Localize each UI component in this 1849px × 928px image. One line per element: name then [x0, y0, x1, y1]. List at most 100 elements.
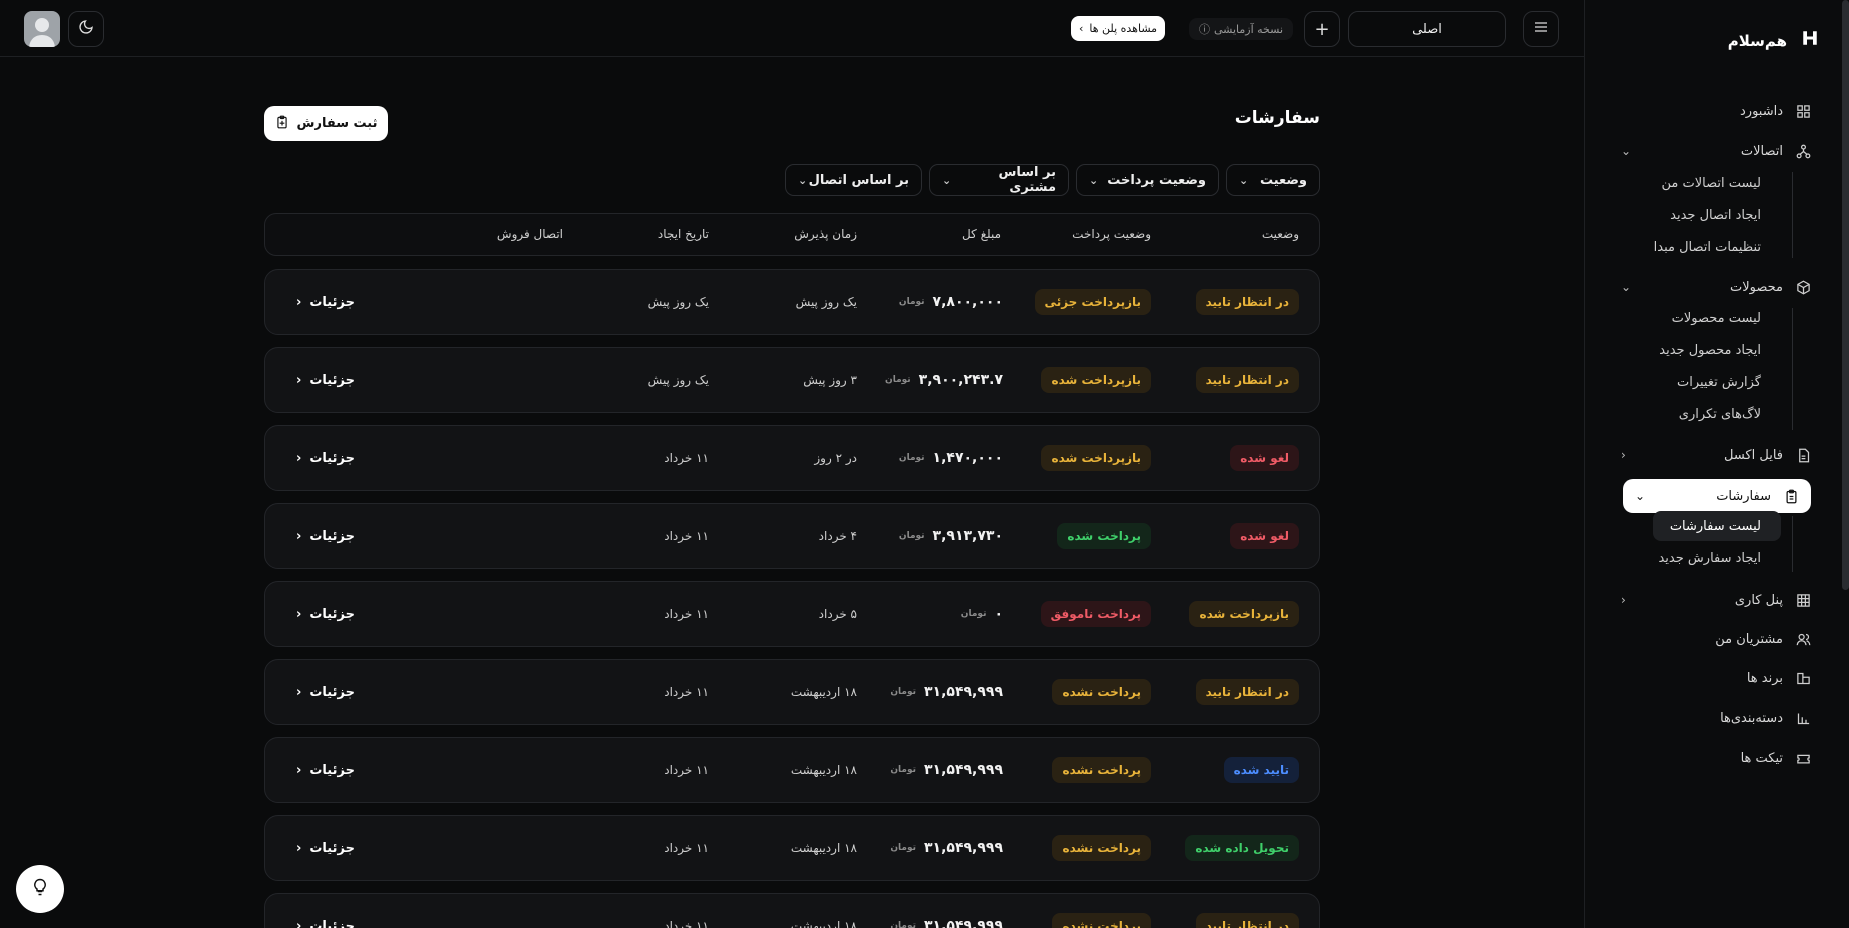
details-button[interactable]: جزئیات ‹: [296, 582, 355, 646]
sidebar-sub-changes-report[interactable]: گزارش تغییرات: [1677, 367, 1761, 397]
details-button[interactable]: جزئیات ‹: [296, 270, 355, 334]
sidebar-item-excel[interactable]: فایل اکسل ‹: [1621, 438, 1811, 472]
accepted-time: ۱۸ اردیبهشت: [790, 919, 857, 928]
details-button[interactable]: جزئیات ‹: [296, 660, 355, 724]
create-order-button[interactable]: ثبت سفارش: [264, 106, 388, 141]
table-row: تایید شده پرداخت نشده ۳۱,۵۴۹,۹۹۹ تومان ۱…: [264, 737, 1320, 803]
status-cell: لغو شده: [1230, 426, 1299, 490]
amount-value: ۰: [994, 606, 1003, 622]
sidebar-sub-duplicate-logs[interactable]: لاگ‌های تکراری: [1679, 399, 1761, 429]
payment-status-badge: بازپرداخت شده: [1041, 445, 1151, 471]
create-order-label: ثبت سفارش: [296, 116, 378, 131]
filter-customer[interactable]: بر اساس مشتری ⌄: [929, 164, 1069, 196]
add-button[interactable]: +: [1304, 11, 1340, 47]
filter-payment-status[interactable]: وضعیت پرداخت ⌄: [1076, 164, 1219, 196]
amount-cell: ۳۱,۵۴۹,۹۹۹ تومان: [890, 894, 1003, 928]
view-plans-label: مشاهده پلن ها: [1089, 22, 1158, 35]
column-created-date: تاریخ ایجاد: [657, 227, 709, 241]
details-label: جزئیات: [309, 450, 355, 466]
sidebar-sub-new-order[interactable]: ایجاد سفارش جدید: [1658, 543, 1761, 573]
theme-toggle-button[interactable]: [68, 11, 104, 47]
column-payment-status: وضعیت پرداخت: [1072, 227, 1151, 241]
scrollbar[interactable]: [1842, 0, 1849, 590]
sidebar-item-tickets[interactable]: تیکت ها: [1621, 741, 1811, 775]
sidebar-sub-connections-list[interactable]: لیست اتصالات من: [1662, 168, 1762, 198]
sidebar-item-orders[interactable]: سفارشات ⌄: [1623, 479, 1811, 513]
details-button[interactable]: جزئیات ‹: [296, 894, 355, 928]
amount-cell: ۳۱,۵۴۹,۹۹۹ تومان: [890, 738, 1003, 802]
status-cell: در انتظار تایید: [1195, 348, 1299, 412]
chevron-left-icon: ›: [1079, 22, 1084, 35]
grid-icon: [1795, 592, 1811, 608]
status-badge: بازپرداخت شده: [1189, 601, 1299, 627]
table-row: لغو شده بازپرداخت شده ۱,۴۷۰,۰۰۰ تومان در…: [264, 425, 1320, 491]
sidebar-item-connections[interactable]: اتصالات ⌄: [1621, 134, 1811, 168]
filter-status[interactable]: وضعیت ⌄: [1226, 164, 1320, 196]
submenu-line: [1792, 172, 1793, 258]
chevron-left-icon: ‹: [296, 762, 302, 778]
details-button[interactable]: جزئیات ‹: [296, 426, 355, 490]
details-button[interactable]: جزئیات ‹: [296, 816, 355, 880]
details-button[interactable]: جزئیات ‹: [296, 504, 355, 568]
status-badge: در انتظار تایید: [1195, 913, 1299, 928]
amount: ۳,۹۱۳,۷۳۰ تومان: [899, 528, 1003, 544]
chevron-left-icon: ‹: [296, 684, 302, 700]
created-date: ۱۱ خرداد: [664, 685, 709, 699]
sidebar-item-brands[interactable]: برند ها: [1621, 661, 1811, 695]
sidebar-sub-orders-list[interactable]: لیست سفارشات: [1653, 511, 1781, 541]
payment-status-badge: بازپرداخت شده: [1041, 367, 1151, 393]
workspace-select[interactable]: اصلی: [1348, 11, 1506, 47]
accepted-time: ۳ روز پیش: [803, 373, 857, 387]
details-label: جزئیات: [309, 684, 355, 700]
table-row: در انتظار تایید بازپرداخت شده ۳,۹۰۰,۲۴۳.…: [264, 347, 1320, 413]
accepted-time: ۴ خرداد: [818, 529, 857, 543]
accepted-time: در ۲ روز: [814, 451, 857, 465]
chevron-left-icon: ‹: [296, 918, 302, 928]
ticket-icon: [1795, 750, 1811, 766]
amount: ۱,۴۷۰,۰۰۰ تومان: [899, 450, 1003, 466]
created-date: ۱۱ خرداد: [664, 763, 709, 777]
created-date: یک روز پیش: [647, 373, 709, 387]
details-button[interactable]: جزئیات ‹: [296, 348, 355, 412]
details-button[interactable]: جزئیات ‹: [296, 738, 355, 802]
payment-status-cell: پرداخت شده: [1057, 504, 1151, 568]
filter-label: وضعیت: [1259, 172, 1307, 188]
payment-status-badge: پرداخت نشده: [1052, 835, 1151, 861]
menu-button[interactable]: [1523, 11, 1559, 47]
currency-label: تومان: [890, 765, 916, 775]
column-accepted-time: زمان پذیرش: [794, 227, 857, 241]
status-badge: لغو شده: [1230, 523, 1299, 549]
table-header: وضعیت وضعیت پرداخت مبلغ کل زمان پذیرش تا…: [264, 213, 1320, 256]
details-label: جزئیات: [309, 294, 355, 310]
sidebar-sub-products-list[interactable]: لیست محصولات: [1672, 303, 1761, 333]
filter-connection[interactable]: بر اساس اتصال ⌄: [785, 164, 922, 196]
amount-value: ۳,۹۰۰,۲۴۳.۷: [918, 372, 1003, 388]
amount-cell: ۳۱,۵۴۹,۹۹۹ تومان: [890, 816, 1003, 880]
hint-button[interactable]: [16, 865, 64, 913]
chevron-down-icon: ⌄: [1239, 173, 1249, 187]
view-plans-button[interactable]: مشاهده پلن ها ›: [1071, 16, 1166, 41]
sidebar-item-categories[interactable]: دسته‌بندی‌ها: [1621, 701, 1811, 735]
sidebar-sub-new-connection[interactable]: ایجاد اتصال جدید: [1670, 200, 1761, 230]
amount-cell: ۳,۹۰۰,۲۴۳.۷ تومان: [885, 348, 1003, 412]
sidebar-item-customers[interactable]: مشتریان من: [1621, 622, 1811, 656]
created-date: ۱۱ خرداد: [664, 841, 709, 855]
users-icon: [1795, 631, 1811, 647]
sidebar-item-workspace[interactable]: پنل کاری ‹: [1621, 583, 1811, 617]
amount: ۳۱,۵۴۹,۹۹۹ تومان: [890, 918, 1003, 928]
status-badge: در انتظار تایید: [1195, 289, 1299, 315]
amount-value: ۷,۸۰۰,۰۰۰: [932, 294, 1003, 310]
sidebar-sub-source-settings[interactable]: تنظیمات اتصال مبدا: [1654, 232, 1761, 262]
avatar[interactable]: [24, 11, 60, 47]
status-badge: لغو شده: [1230, 445, 1299, 471]
column-total-amount: مبلغ کل: [961, 227, 1001, 241]
sidebar-sub-new-product[interactable]: ایجاد محصول جدید: [1659, 335, 1761, 365]
status-cell: در انتظار تایید: [1195, 660, 1299, 724]
sidebar-item-label: دسته‌بندی‌ها: [1720, 710, 1783, 726]
page-title: سفارشات: [1234, 108, 1320, 128]
sidebar: هم‌سلام داشبورد اتصالات ⌄ لیست اتصالات م…: [1584, 0, 1849, 928]
category-icon: [1795, 710, 1811, 726]
chevron-left-icon: ‹: [296, 294, 302, 310]
sidebar-item-products[interactable]: محصولات ⌄: [1621, 270, 1811, 304]
sidebar-item-dashboard[interactable]: داشبورد: [1621, 94, 1811, 128]
